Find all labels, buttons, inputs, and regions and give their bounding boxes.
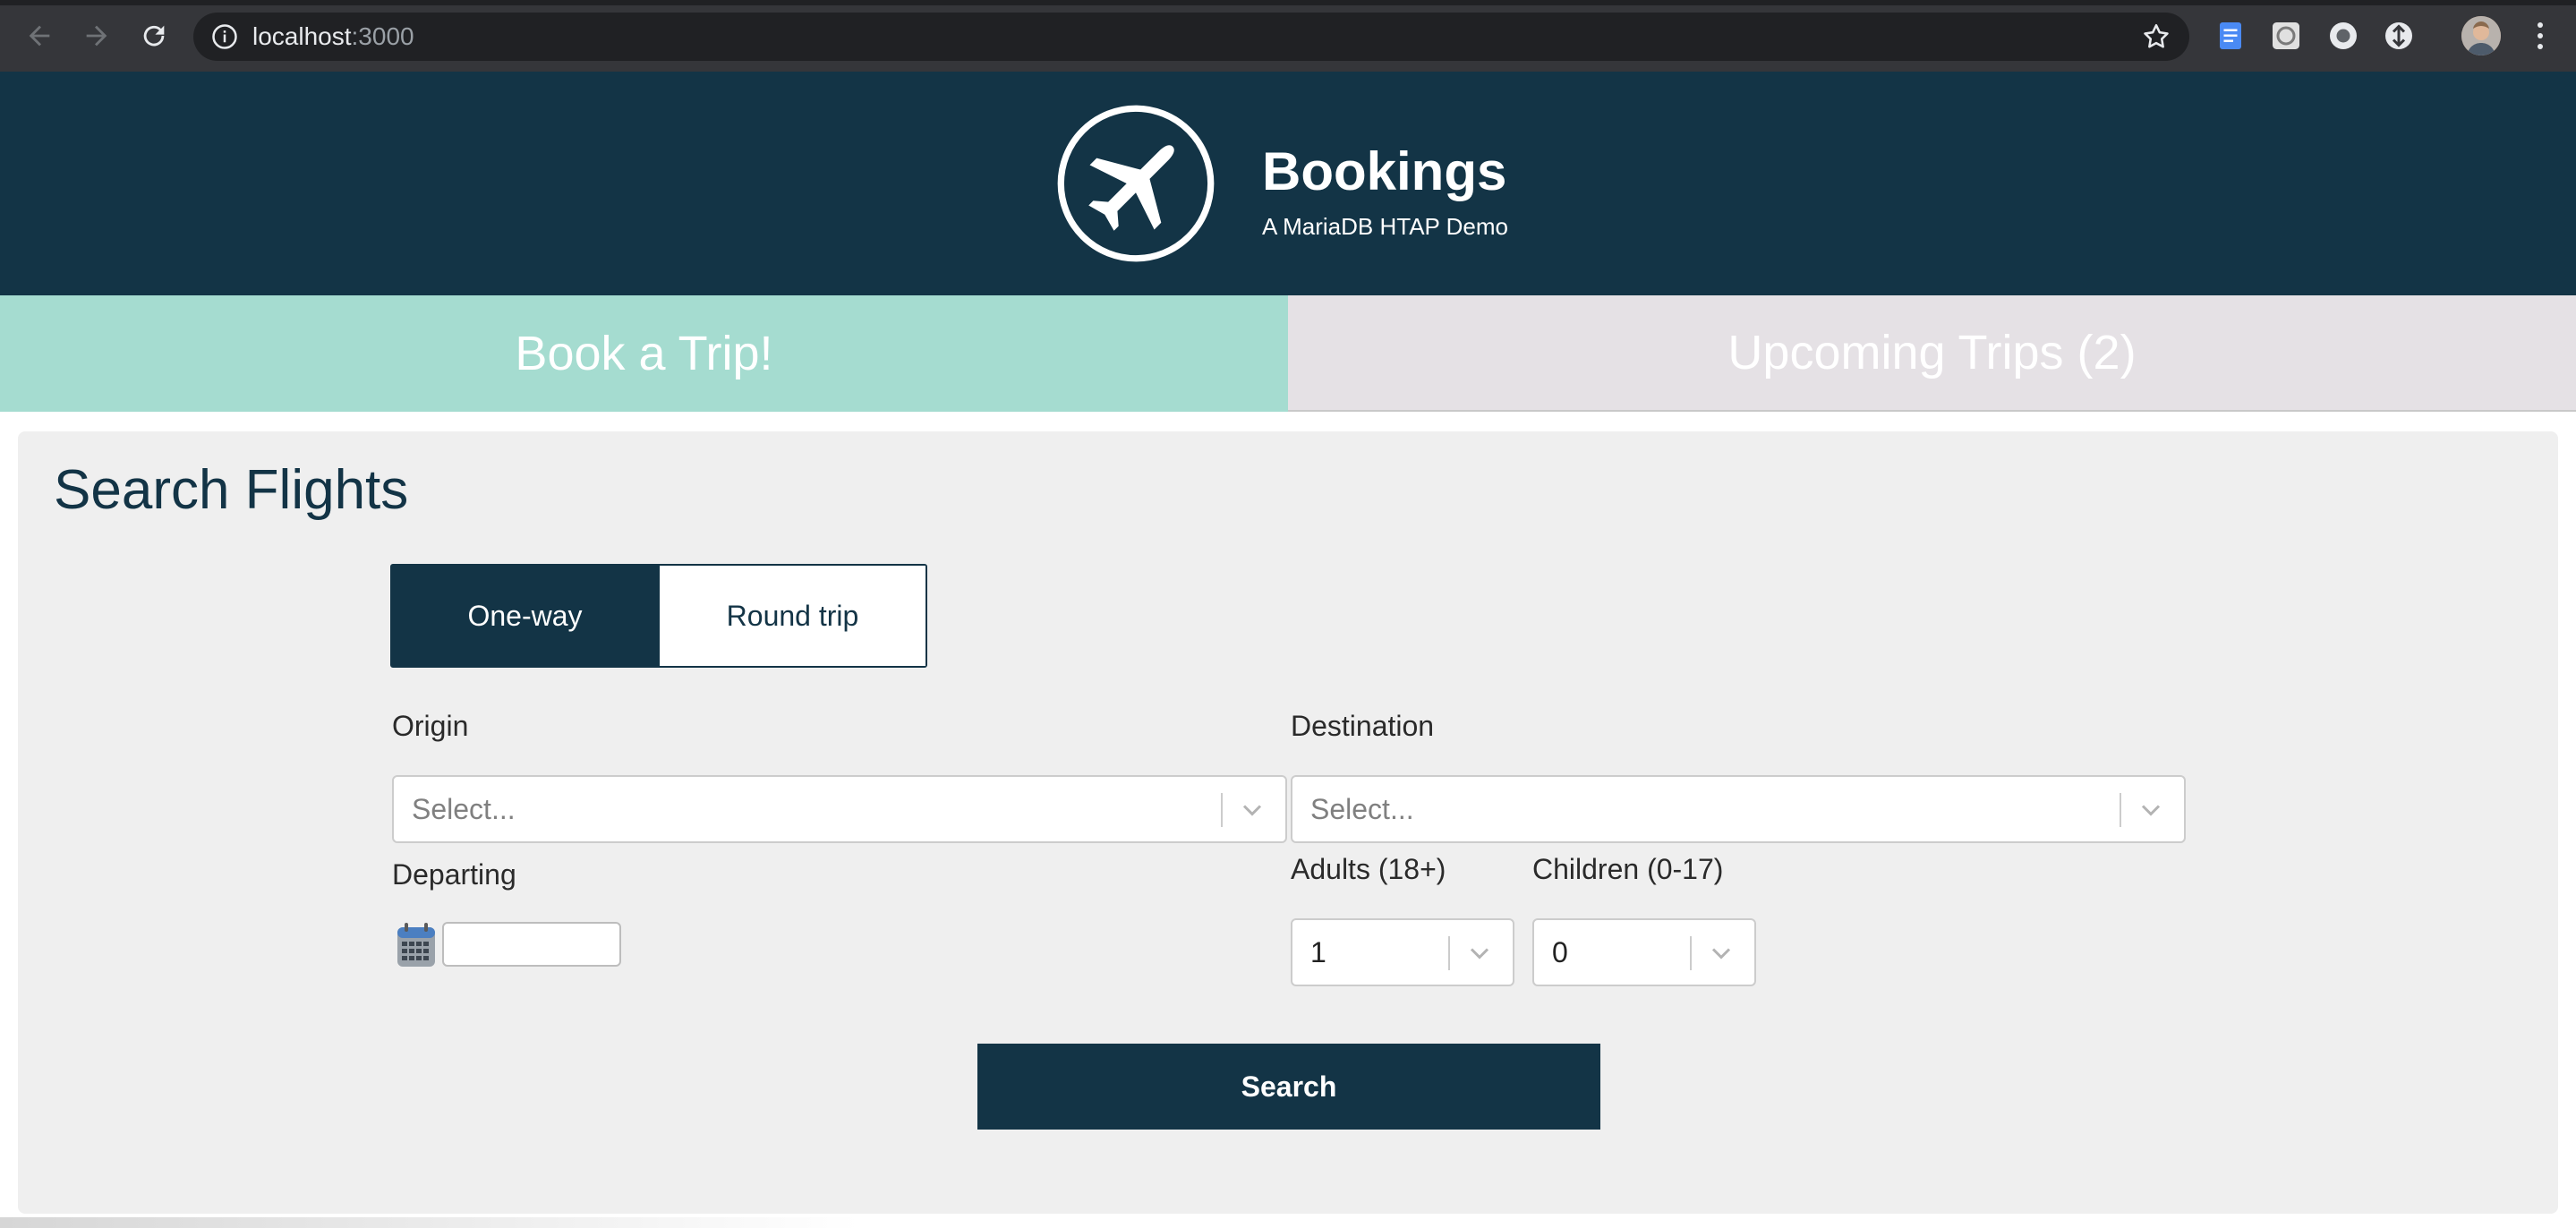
children-select[interactable]: 0 [1532, 918, 1756, 986]
tab-upcoming-trips[interactable]: Upcoming Trips (2) [1288, 295, 2576, 412]
departing-date-input[interactable] [442, 922, 621, 967]
children-value: 0 [1552, 936, 1568, 968]
reload-icon[interactable] [134, 16, 174, 55]
select-separator [1690, 936, 1692, 970]
chevron-down-icon[interactable] [1239, 797, 1266, 823]
select-separator [2120, 793, 2121, 827]
search-button[interactable]: Search [977, 1044, 1600, 1130]
one-way-button[interactable]: One-way [392, 566, 658, 666]
kebab-menu-icon[interactable] [2531, 18, 2549, 54]
scroll-shadow [0, 1217, 859, 1228]
destination-placeholder: Select... [1310, 793, 1414, 825]
origin-label: Origin [392, 710, 469, 742]
select-separator [1221, 793, 1223, 827]
chevron-down-icon[interactable] [2137, 797, 2164, 823]
search-flights-panel: Search Flights One-way Round trip Origin… [18, 431, 2558, 1214]
chevron-down-icon[interactable] [1708, 940, 1735, 967]
url-host: localhost [252, 22, 352, 50]
destination-select[interactable]: Select... [1291, 775, 2186, 843]
docs-extension-icon[interactable] [2214, 20, 2247, 52]
children-label: Children (0-17) [1532, 853, 1724, 885]
url-port: :3000 [351, 22, 414, 50]
record-extension-icon[interactable] [2327, 20, 2359, 52]
browser-toolbar: localhost:3000 [0, 0, 2576, 72]
select-separator [1448, 936, 1450, 970]
url-text: localhost:3000 [252, 23, 414, 50]
adults-select[interactable]: 1 [1291, 918, 1514, 986]
back-arrow-icon[interactable] [20, 16, 59, 55]
origin-select[interactable]: Select... [392, 775, 1287, 843]
adults-value: 1 [1310, 936, 1326, 968]
round-trip-button[interactable]: Round trip [658, 566, 925, 666]
app-title: Bookings [1262, 141, 1507, 201]
info-icon[interactable] [211, 23, 238, 50]
adults-label: Adults (18+) [1291, 853, 1446, 885]
origin-placeholder: Select... [412, 793, 516, 825]
app-header: Bookings A MariaDB HTAP Demo [0, 72, 2576, 295]
page-title: Search Flights [54, 459, 409, 521]
address-bar[interactable]: localhost:3000 [193, 13, 2189, 61]
trip-type-toggle: One-way Round trip [390, 564, 927, 668]
star-icon[interactable] [2141, 21, 2171, 52]
calendar-icon[interactable] [396, 922, 437, 968]
screenshot-extension-icon[interactable] [2270, 20, 2302, 52]
destination-label: Destination [1291, 710, 1435, 742]
chevron-down-icon[interactable] [1466, 940, 1493, 967]
browser-tabstrip [0, 0, 2576, 5]
app-subtitle: A MariaDB HTAP Demo [1262, 213, 1509, 240]
airplane-icon [1057, 105, 1215, 262]
avatar[interactable] [2461, 16, 2501, 55]
departing-label: Departing [392, 858, 516, 891]
extension-icon[interactable] [2383, 20, 2415, 52]
forward-arrow-icon[interactable] [77, 16, 116, 55]
tab-book-a-trip[interactable]: Book a Trip! [0, 295, 1288, 412]
